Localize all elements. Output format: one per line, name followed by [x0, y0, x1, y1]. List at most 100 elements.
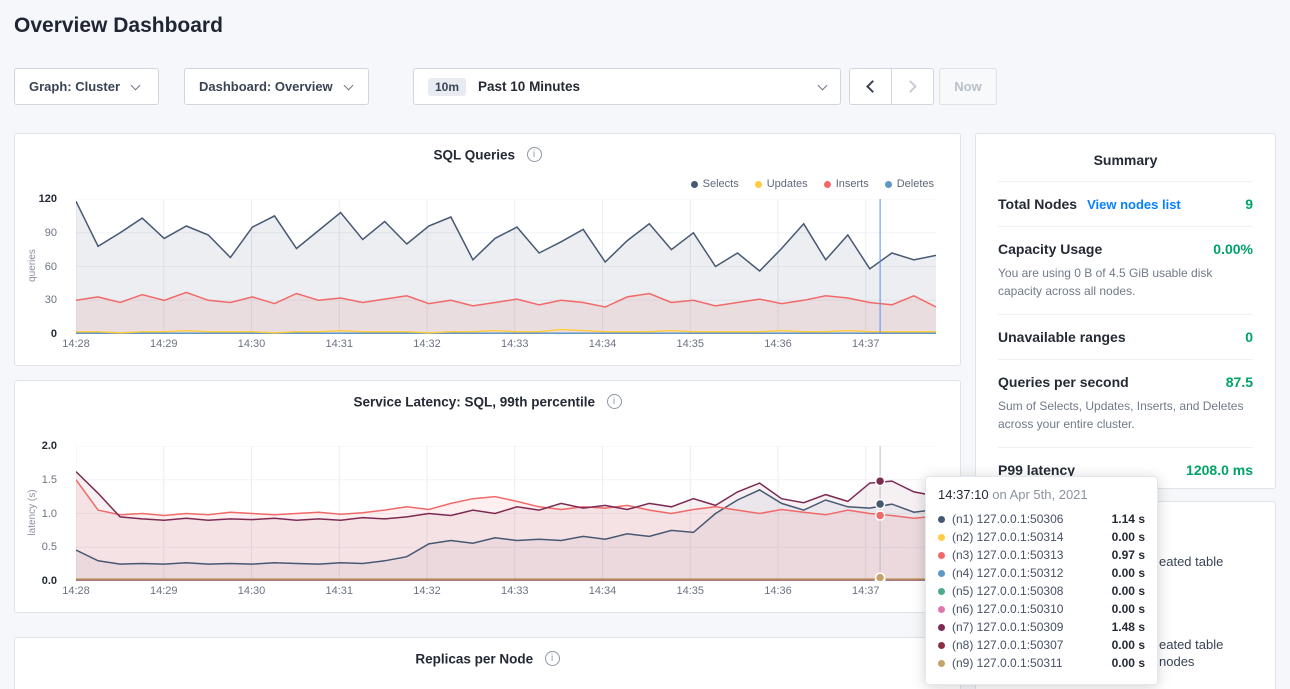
summary-row-unavailable-ranges: Unavailable ranges 0: [998, 314, 1253, 359]
x-axis-tick: 14:37: [852, 338, 880, 350]
time-range-label: Past 10 Minutes: [478, 79, 580, 94]
legend-label: Deletes: [897, 178, 934, 190]
time-forward-button[interactable]: [891, 68, 934, 105]
legend-item-deletes[interactable]: Deletes: [885, 178, 934, 190]
tooltip-node-row: (n1) 127.0.0.1:50306 1.14 s: [938, 510, 1145, 528]
legend-dot-icon: [755, 181, 762, 188]
tooltip-node-label: (n2) 127.0.0.1:50314: [952, 530, 1063, 544]
sql-queries-chart-panel: SQL Queries i Selects Updates Inserts Delet…: [14, 133, 961, 366]
dashboard-dropdown-label: Dashboard: Overview: [199, 79, 333, 94]
tooltip-node-value: 0.00 s: [1112, 602, 1145, 616]
node-color-dot-icon: [938, 624, 945, 631]
tooltip-node-row: (n3) 127.0.0.1:50313 0.97 s: [938, 546, 1145, 564]
tooltip-node-label: (n4) 127.0.0.1:50312: [952, 566, 1063, 580]
tooltip-node-label: (n8) 127.0.0.1:50307: [952, 638, 1063, 652]
legend-dot-icon: [691, 181, 698, 188]
legend-label: Updates: [767, 178, 808, 190]
y-axis-tick: 120: [39, 193, 57, 205]
tooltip-node-value: 1.14 s: [1112, 512, 1145, 526]
tooltip-node-row: (n4) 127.0.0.1:503120.00 s: [938, 564, 1145, 582]
x-axis-tick: 14:32: [413, 338, 441, 350]
view-nodes-list-link[interactable]: View nodes list: [1087, 197, 1181, 212]
node-color-dot-icon: [938, 516, 945, 523]
summary-label: Unavailable ranges: [998, 329, 1126, 345]
legend-dot-icon: [885, 181, 892, 188]
tooltip-node-row: (n9) 127.0.0.1:50311 0.00 s: [938, 654, 1145, 672]
time-back-button[interactable]: [849, 68, 892, 105]
legend-label: Inserts: [836, 178, 869, 190]
node-color-dot-icon: [938, 642, 945, 649]
legend-label: Selects: [703, 178, 739, 190]
chart-legend: Selects Updates Inserts Deletes: [691, 178, 934, 190]
tooltip-node-label: (n5) 127.0.0.1:50308: [952, 584, 1063, 598]
y-axis-tick: 0: [51, 328, 57, 340]
sql-queries-plot-area[interactable]: [76, 199, 936, 334]
summary-value: 87.5: [1226, 374, 1253, 390]
tooltip-node-value: 1.48 s: [1112, 620, 1145, 634]
tooltip-node-row: (n5) 127.0.0.1:503080.00 s: [938, 582, 1145, 600]
x-axis-tick: 14:35: [677, 585, 705, 597]
summary-label: Total Nodes: [998, 196, 1077, 212]
event-text-fragment: nodes: [1159, 654, 1194, 669]
tooltip-node-label: (n7) 127.0.0.1:50309: [952, 620, 1063, 634]
chevron-down-icon: [343, 80, 353, 90]
tooltip-header: 14:37:10 on Apr 5th, 2021: [938, 487, 1145, 502]
y-axis-tick: 60: [45, 261, 57, 273]
event-text-fragment: eated table: [1159, 637, 1223, 652]
tooltip-node-value: 0.97 s: [1112, 548, 1145, 562]
summary-value: 1208.0 ms: [1186, 462, 1253, 478]
chart-title: SQL Queries: [434, 147, 516, 162]
tooltip-node-label: (n1) 127.0.0.1:50306: [952, 512, 1063, 526]
x-axis-tick: 14:32: [413, 585, 441, 597]
service-latency-plot-area[interactable]: [76, 446, 936, 581]
y-axis-tick: 30: [45, 294, 57, 306]
replicas-per-node-chart-panel: Replicas per Node i: [14, 637, 961, 689]
summary-title: Summary: [976, 134, 1275, 181]
now-button[interactable]: Now: [939, 68, 997, 105]
x-axis: 14:2814:2914:3014:3114:3214:3314:3414:35…: [76, 585, 936, 599]
legend-item-updates[interactable]: Updates: [755, 178, 808, 190]
tooltip-node-label: (n3) 127.0.0.1:50313: [952, 548, 1063, 562]
chevron-left-icon: [866, 80, 879, 93]
summary-row-capacity-usage: Capacity Usage 0.00% You are using 0 B o…: [998, 226, 1253, 314]
tooltip-node-value: 0.00 s: [1112, 656, 1145, 670]
x-axis-tick: 14:30: [238, 338, 266, 350]
tooltip-node-row: (n8) 127.0.0.1:50307 0.00 s: [938, 636, 1145, 654]
legend-item-inserts[interactable]: Inserts: [824, 178, 869, 190]
y-axis: 0.00.51.01.52.0: [15, 446, 67, 581]
x-axis-tick: 14:29: [150, 338, 178, 350]
tooltip-node-label: (n6) 127.0.0.1:50310: [952, 602, 1063, 616]
info-icon[interactable]: i: [607, 394, 622, 409]
info-icon[interactable]: i: [527, 147, 542, 162]
x-axis-tick: 14:33: [501, 338, 529, 350]
y-axis-tick: 0.5: [42, 541, 57, 553]
tooltip-node-value: 0.00 s: [1112, 638, 1145, 652]
info-icon[interactable]: i: [545, 651, 560, 666]
time-range-badge: 10m: [428, 78, 466, 96]
x-axis: 14:2814:2914:3014:3114:3214:3314:3414:35…: [76, 338, 936, 352]
y-axis-tick: 1.5: [42, 474, 57, 486]
summary-row-queries-per-second: Queries per second 87.5 Sum of Selects, …: [998, 359, 1253, 447]
y-axis: 0306090120: [15, 199, 67, 334]
tooltip-node-row: (n7) 127.0.0.1:50309 1.48 s: [938, 618, 1145, 636]
summary-value: 0: [1245, 329, 1253, 345]
node-color-dot-icon: [938, 588, 945, 595]
time-range-dropdown[interactable]: 10m Past 10 Minutes: [413, 68, 841, 105]
x-axis-tick: 14:29: [150, 585, 178, 597]
tooltip-node-label: (n9) 127.0.0.1:50311: [952, 656, 1063, 670]
node-color-dot-icon: [938, 606, 945, 613]
dashboard-dropdown[interactable]: Dashboard: Overview: [184, 68, 369, 105]
x-axis-tick: 14:36: [764, 585, 792, 597]
node-color-dot-icon: [938, 552, 945, 559]
x-axis-tick: 14:34: [589, 338, 617, 350]
y-axis-tick: 0.0: [42, 575, 57, 587]
chevron-right-icon: [904, 80, 917, 93]
legend-item-selects[interactable]: Selects: [691, 178, 739, 190]
x-axis-tick: 14:36: [764, 338, 792, 350]
x-axis-tick: 14:37: [852, 585, 880, 597]
x-axis-tick: 14:33: [501, 585, 529, 597]
summary-label: Queries per second: [998, 374, 1129, 390]
chevron-down-icon: [131, 80, 141, 90]
event-text-fragment: eated table: [1159, 554, 1223, 569]
graph-dropdown[interactable]: Graph: Cluster: [14, 68, 159, 105]
